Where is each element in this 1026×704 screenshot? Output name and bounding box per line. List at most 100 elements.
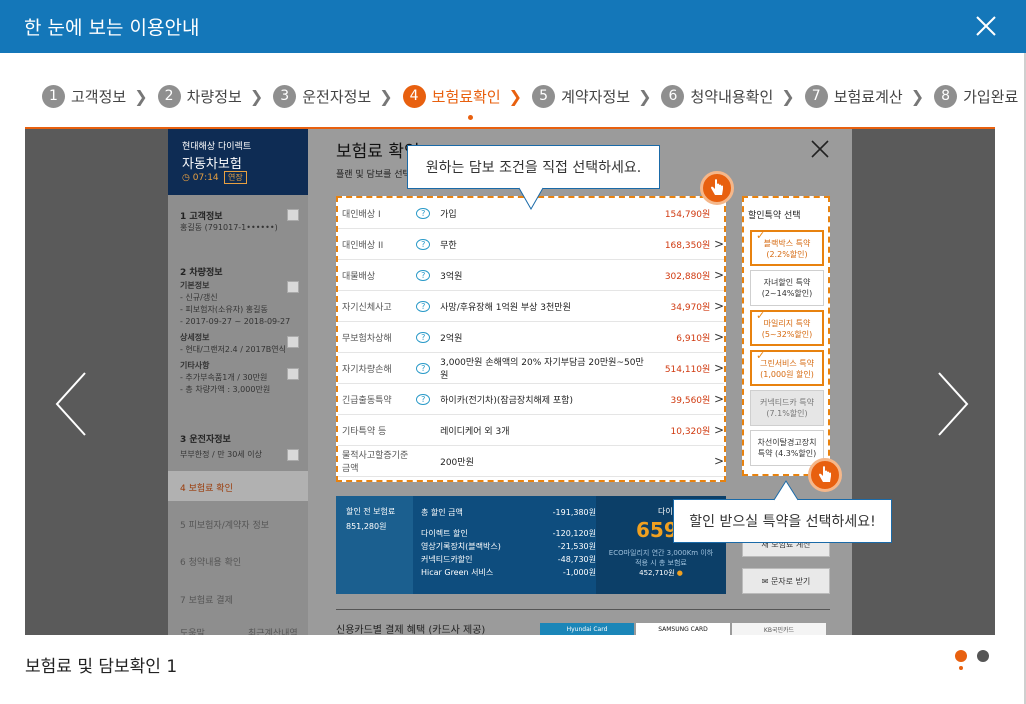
step-label: 고객정보 [71, 87, 127, 106]
step-8: 8 가입완료 [934, 84, 1019, 108]
chevron-left-icon[interactable] [53, 369, 93, 439]
inner-brand: 현대해상 다이렉트 [182, 142, 252, 152]
send-sms-button: ✉ 문자로 받기 [742, 568, 830, 594]
step-label: 가입완료 [963, 87, 1019, 106]
step-indicator: 1 고객정보 ❯ 2 차량정보 ❯ 3 운전자정보 ❯ 4 보험료확인 ❯ 5 계약자정보 ❯ 6 청약내용확인… [42, 82, 1019, 120]
inner-main-subtitle: 플랜 및 담보를 선택 [336, 170, 411, 180]
step-number: 2 [157, 84, 181, 108]
step-label: 청약내용확인 [690, 87, 774, 106]
inner-timer: 07:14 [192, 173, 219, 183]
pager-dot-1[interactable] [955, 650, 967, 670]
check-icon: ✓ [756, 309, 766, 322]
step-4: 4 보험료확인 [402, 84, 501, 120]
chevron-right-icon: ❯ [249, 86, 264, 106]
pre-discount-value: 851,280원 [346, 522, 387, 531]
step-3: 3 운전자정보 [273, 84, 372, 108]
usage-guide-modal: 한 눈에 보는 이용안내 1 고객정보 ❯ 2 차량정보 ❯ 3 운전자정보 ❯ 4 보험료확인 ❯ 5… [0, 0, 1026, 704]
slide-viewport: 현대해상 다이렉트 자동차보험 ◷ 07:14 연장 1 고객정보 홍길동 (7… [25, 129, 995, 635]
inner-recent: 최근계산내역 [248, 629, 298, 635]
step-label: 보험료계산 [833, 87, 903, 106]
eco-mileage-note: ECO마일리지 연간 3,000Km 이하 적용 시 총 보험료 452,710… [608, 549, 714, 577]
step-number: 5 [532, 84, 556, 108]
step-label: 운전자정보 [302, 87, 372, 106]
premium-summary: 할인 전 보험료 851,280원 총 할인 금액 -191,380원 다이렉트 … [336, 496, 726, 594]
inner-sidebar: 현대해상 다이렉트 자동차보험 ◷ 07:14 연장 1 고객정보 홍길동 (7… [168, 129, 308, 635]
discount-option: 차선이탈경고장치 특약 (4.3%할인) [750, 430, 824, 466]
help-icon [416, 456, 430, 467]
help-icon: ? [416, 269, 431, 281]
chevron-right-icon[interactable] [931, 369, 971, 439]
discount-title: 할인특약 선택 [748, 211, 801, 221]
coverage-row: 대인배상 II? 무한 168,350원 > [338, 229, 724, 260]
slide-screenshot: 현대해상 다이렉트 자동차보험 ◷ 07:14 연장 1 고객정보 홍길동 (7… [168, 129, 852, 635]
coverage-row: 대물배상? 3억원 302,880원 > [338, 260, 724, 291]
inner-extend-button: 연장 [224, 171, 247, 184]
step-7: 7 보험료계산 [804, 84, 903, 108]
inner-sec-3: 3 운전자정보 부부한정 / 만 30세 이상 [180, 435, 262, 459]
close-icon [810, 139, 830, 159]
help-icon: ? [416, 331, 431, 343]
pencil-icon [287, 281, 299, 293]
inner-step-7: 7 보험료 결제 [180, 596, 233, 606]
discount-row: 영상기록장치(블랙박스) -21,530원 [421, 542, 596, 551]
pencil-icon [287, 209, 299, 221]
hand-pointer-icon [808, 458, 842, 492]
step-label: 차량정보 [186, 87, 242, 106]
discount-tooltip-tail [773, 480, 799, 501]
chevron-right-icon: ❯ [910, 86, 925, 106]
step-number: 8 [934, 84, 958, 108]
pre-discount-label: 할인 전 보험료 [346, 507, 396, 516]
pencil-icon [287, 368, 299, 380]
chevron-right-icon: ❯ [379, 86, 393, 106]
discount-panel: 할인특약 선택 ✓ 블랙박스 특약 (2.2%할인) 자녀할인 특약 (2~14%할인)… [742, 196, 830, 476]
step-1: 1 고객정보 [42, 84, 127, 108]
coverage-table: 대인배상 I? 가입 154,790원 대인배상 II? 무한 168,350원 > 대물배상… [336, 196, 726, 482]
step-2: 2 차량정보 [157, 84, 242, 108]
help-icon: ? [416, 362, 431, 374]
help-icon: ? [416, 393, 431, 405]
coverage-row: 무보험차상해? 2억원 6,910원 > [338, 322, 724, 353]
discount-option: ✓ 블랙박스 특약 (2.2%할인) [750, 230, 824, 266]
step-label: 보험료확인 [431, 87, 501, 106]
inner-sec-1: 1 고객정보 홍길동 (791017-1••••••) [180, 212, 278, 232]
pencil-icon [287, 449, 299, 461]
step-number: 4 [402, 84, 426, 108]
inner-step-6: 6 청약내용 확인 [180, 558, 242, 568]
coverage-row: 물적사고할증기준금액 200만원 > [338, 446, 724, 477]
close-icon[interactable] [972, 12, 1000, 40]
discount-option: 커넥티드카 특약 (7.1%할인) [750, 390, 824, 426]
step-number: 3 [273, 84, 297, 108]
chevron-right-icon: ❯ [638, 86, 652, 106]
modal-header: 한 눈에 보는 이용안내 [0, 0, 1026, 53]
step-number: 1 [42, 84, 65, 108]
slide-caption: 보험료 및 담보확인 1 [25, 657, 178, 677]
inner-sec-2: 2 차량정보 기본정보 - 신규/갱신 - 피보험자(소유자) 홍길동 - 20… [180, 268, 291, 394]
discount-row: 커넥티드카할인 -48,730원 [421, 555, 596, 564]
hand-pointer-icon [700, 171, 734, 205]
clock-icon: ◷ 07:14 [182, 173, 219, 183]
step-number: 7 [804, 84, 828, 108]
pencil-icon [287, 336, 299, 348]
discount-option: ✓ 마일리지 특약 (5~32%할인) [750, 310, 824, 346]
discount-option: ✓ 그린서비스 특약 (1,000원 할인) [750, 350, 824, 386]
step-5: 5 계약자정보 [532, 84, 631, 108]
card-tab-kb: KB국민카드 [732, 623, 826, 635]
step-label: 계약자정보 [561, 87, 631, 106]
inner-main: 보험료 확인 플랜 및 담보를 선택 대인배상 I? 가입 154,790원 대인배상… [308, 129, 852, 635]
slide-pager [955, 650, 989, 670]
pager-dot-2[interactable] [977, 650, 989, 662]
check-icon: ✓ [756, 229, 766, 242]
coverage-tooltip: 원하는 담보 조건을 직접 선택하세요. [407, 145, 660, 189]
help-icon [416, 425, 430, 436]
discount-option: 자녀할인 특약 (2~14%할인) [750, 270, 824, 306]
step-6: 6 청약내용확인 [661, 84, 774, 108]
card-tab-hyundai: Hyundai Card [540, 623, 634, 635]
inner-step-5: 5 피보험자/계약자 정보 [180, 521, 270, 531]
discount-row: Hicar Green 서비스 -1,000원 [421, 568, 596, 577]
help-icon: ? [416, 207, 431, 219]
discount-row: 다이렉트 할인 -120,120원 [421, 529, 596, 538]
final-premium-label: 다이 [658, 507, 673, 516]
check-icon: ✓ [756, 349, 766, 362]
modal-title: 한 눈에 보는 이용안내 [24, 17, 200, 39]
chevron-right-icon: ❯ [508, 86, 523, 106]
